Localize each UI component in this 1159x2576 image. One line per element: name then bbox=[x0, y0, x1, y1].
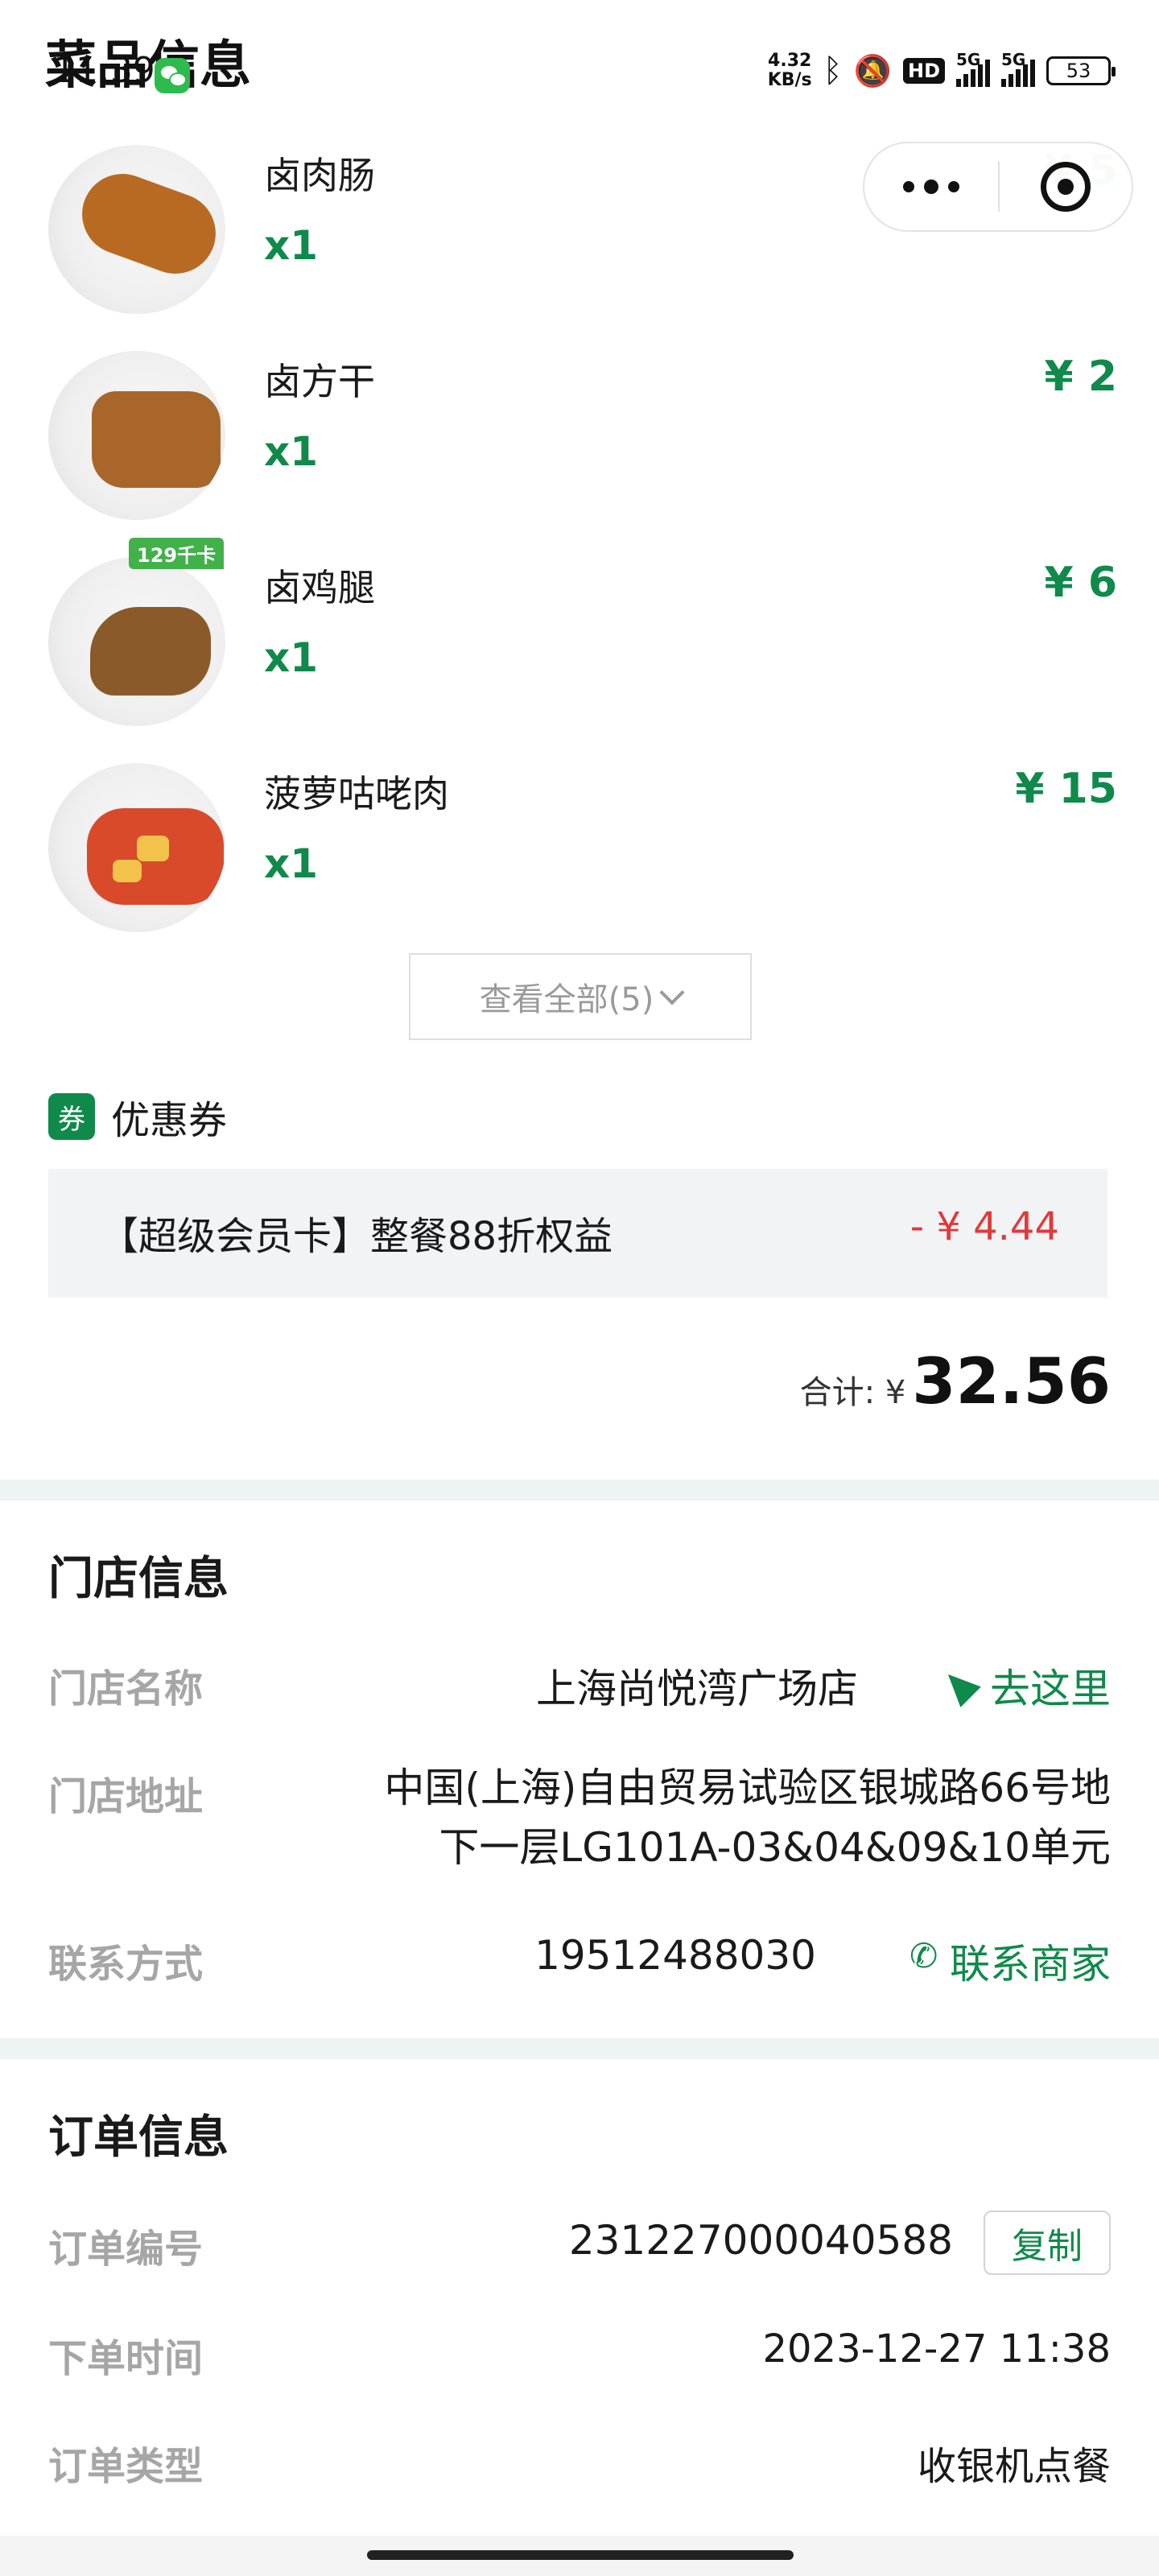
store-address-label: 门店地址 bbox=[48, 1774, 204, 1819]
order-time: 2023-12-27 11:38 bbox=[762, 2326, 1111, 2372]
status-bar: 11:39 4.32 KB/s ᛒ 🔕 HD 5G 5G 53 bbox=[0, 0, 1159, 137]
coupon-description: 【超级会员卡】整餐88折权益 bbox=[100, 1214, 613, 1259]
bluetooth-icon: ᛒ bbox=[823, 52, 843, 89]
order-type: 收银机点餐 bbox=[917, 2444, 1111, 2489]
navigate-label: 去这里 bbox=[990, 1666, 1111, 1712]
status-time: 11:39 bbox=[53, 50, 155, 91]
dish-quantity: x1 bbox=[264, 428, 319, 475]
phone-icon bbox=[909, 1936, 938, 1975]
wechat-icon bbox=[155, 58, 190, 93]
total-label: 合计: ¥ bbox=[799, 1374, 906, 1411]
section-divider bbox=[0, 1480, 1159, 1501]
list-item: 卤方干 x1 ¥ 2 bbox=[0, 338, 1159, 523]
coupon-icon: 券 bbox=[48, 1093, 95, 1140]
dish-name: 卤肉肠 bbox=[264, 154, 375, 197]
close-miniprogram-icon[interactable] bbox=[1000, 162, 1132, 212]
section-divider bbox=[0, 2038, 1159, 2059]
dish-quantity: x1 bbox=[264, 840, 319, 887]
coupon-header: 券 优惠券 bbox=[48, 1088, 227, 1145]
more-icon[interactable] bbox=[864, 143, 998, 230]
dish-quantity: x1 bbox=[264, 634, 319, 681]
dish-name: 卤鸡腿 bbox=[264, 566, 375, 609]
coupon-title: 优惠券 bbox=[111, 1098, 228, 1143]
view-all-label: 查看全部(5) bbox=[479, 981, 654, 1018]
store-name: 上海尚悦湾广场店 bbox=[536, 1666, 858, 1712]
hd-icon: HD bbox=[902, 58, 945, 84]
signal-icon: 5G bbox=[1001, 50, 1035, 87]
dish-name: 菠萝咕咾肉 bbox=[264, 772, 449, 815]
view-all-button[interactable]: 查看全部(5) bbox=[409, 953, 752, 1040]
coupon-item: 【超级会员卡】整餐88折权益 - ¥ 4.44 bbox=[48, 1169, 1107, 1298]
list-item: 129千卡 卤鸡腿 x1 ¥ 6 bbox=[0, 538, 1159, 729]
store-name-label: 门店名称 bbox=[48, 1666, 204, 1711]
order-info-title: 订单信息 bbox=[48, 2112, 229, 2164]
battery-icon: 53 bbox=[1046, 56, 1116, 85]
miniprogram-capsule bbox=[863, 142, 1133, 232]
dish-image bbox=[48, 351, 225, 520]
dish-price: ¥ 2 bbox=[1044, 353, 1117, 401]
home-indicator[interactable] bbox=[367, 2550, 794, 2560]
mute-bell-icon: 🔕 bbox=[853, 52, 892, 89]
network-speed: 4.32 KB/s bbox=[767, 51, 812, 90]
contact-merchant-button[interactable]: 联系商家 bbox=[909, 1932, 1111, 1990]
order-type-label: 订单类型 bbox=[48, 2444, 204, 2489]
order-number: 231227000040588 bbox=[568, 2217, 953, 2264]
total-amount: 32.56 bbox=[912, 1346, 1111, 1418]
contact-merchant-label: 联系商家 bbox=[950, 1941, 1111, 1988]
store-phone: 19512488030 bbox=[534, 1932, 816, 1979]
navigate-button[interactable]: 去这里 bbox=[938, 1657, 1111, 1715]
store-address: 中国(上海)自由贸易试验区银城路66号地 下一层LG101A-03&04&09&… bbox=[384, 1765, 1111, 1871]
dish-price: ¥ 6 bbox=[1044, 559, 1117, 607]
status-icons: 4.32 KB/s ᛒ 🔕 HD 5G 5G 53 bbox=[767, 50, 1116, 90]
signal-icon: 5G bbox=[956, 50, 990, 87]
chevron-down-icon bbox=[659, 980, 685, 1005]
store-info-title: 门店信息 bbox=[48, 1553, 229, 1605]
coupon-discount: - ¥ 4.44 bbox=[909, 1204, 1059, 1249]
dish-quantity: x1 bbox=[264, 222, 319, 269]
dish-image bbox=[48, 145, 225, 314]
order-number-label: 订单编号 bbox=[48, 2227, 204, 2272]
dish-price: ¥ 15 bbox=[1015, 765, 1117, 813]
dish-image bbox=[48, 763, 225, 932]
dish-name: 卤方干 bbox=[264, 360, 375, 403]
dish-image bbox=[48, 557, 225, 726]
calorie-badge: 129千卡 bbox=[129, 538, 225, 569]
order-time-label: 下单时间 bbox=[48, 2336, 204, 2381]
contact-label: 联系方式 bbox=[48, 1942, 204, 1987]
copy-button[interactable]: 复制 bbox=[984, 2211, 1111, 2275]
order-total: 合计: ¥ 32.56 bbox=[800, 1346, 1111, 1418]
list-item: 菠萝咕咾肉 x1 ¥ 15 bbox=[0, 750, 1159, 935]
navigation-arrow-icon bbox=[938, 1664, 981, 1707]
